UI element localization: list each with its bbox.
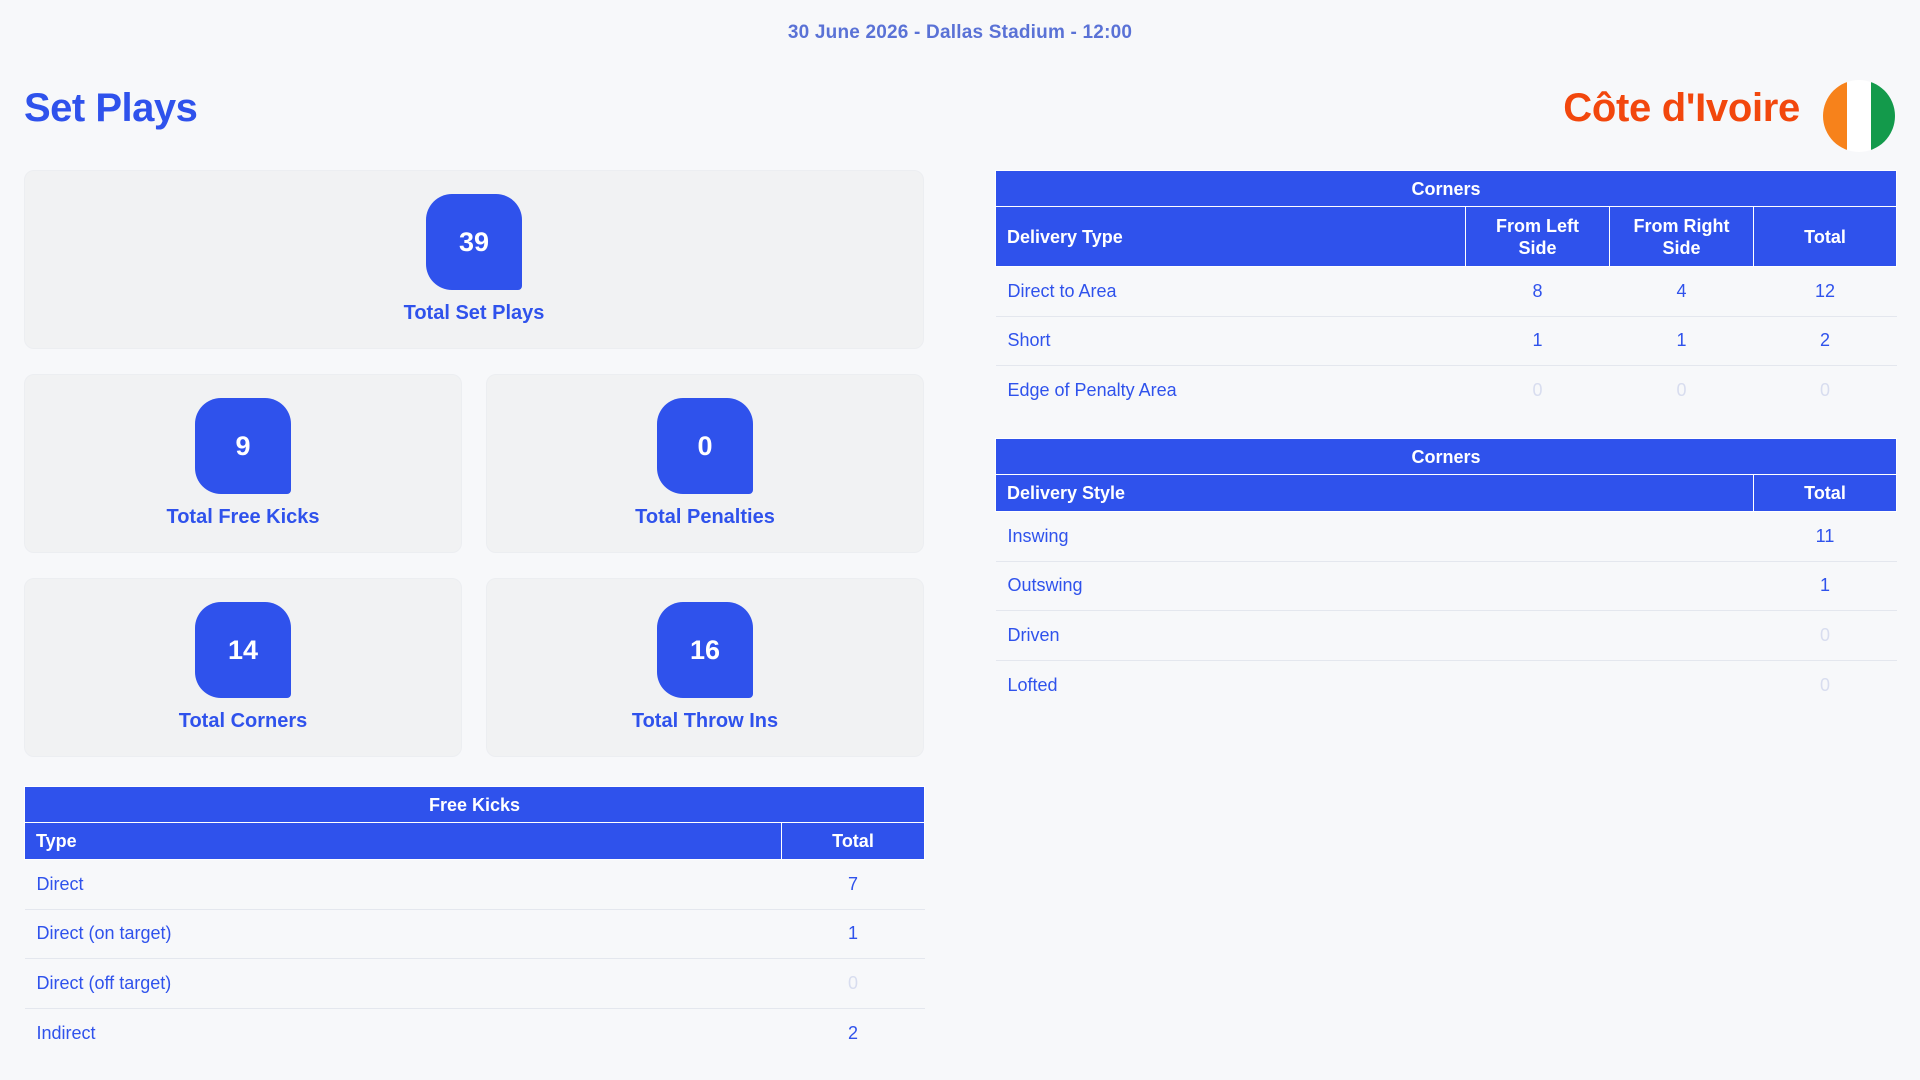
delivery-style-header: Delivery Style [995, 474, 1754, 512]
row-label: Direct (off target) [24, 958, 782, 1009]
total-set-plays-card: 39 Total Set Plays [24, 170, 924, 349]
row-total: 1 [781, 909, 925, 959]
row-total: 2 [847, 1022, 858, 1043]
flag-white-stripe [1847, 80, 1871, 152]
corners-style-total-header: Total [1753, 474, 1897, 512]
row-left: 1 [1465, 316, 1610, 366]
row-total: 0 [1753, 610, 1897, 661]
row-total: 0 [1819, 674, 1830, 695]
row-label: Indirect [36, 1022, 96, 1043]
total-throw-ins-label: Total Throw Ins [631, 710, 779, 732]
row-label: Direct to Area [995, 266, 1466, 317]
table-row: Lofted 0 [996, 660, 1897, 710]
flag-orange-stripe [1823, 80, 1847, 152]
total-set-plays-label: Total Set Plays [403, 302, 545, 324]
corners-style-caption: Corners [995, 438, 1897, 475]
row-label: Lofted [1007, 674, 1058, 695]
corners-type-total-header: Total [1752, 206, 1898, 267]
total-set-plays-value: 39 [426, 194, 522, 290]
free-kicks-total-header: Total [781, 822, 925, 860]
corners-type-caption: Corners [994, 170, 1898, 207]
page-title: Set Plays [24, 86, 198, 130]
total-penalties-label: Total Penalties [635, 506, 775, 528]
table-row: Direct (on target) 1 [24, 909, 925, 959]
total-corners-label: Total Corners [178, 710, 308, 732]
total-corners-card: 14 Total Corners [24, 578, 462, 757]
row-total: 11 [1753, 511, 1897, 562]
total-penalties-card: 0 Total Penalties [486, 374, 924, 553]
row-label: Direct [24, 859, 782, 910]
row-label: Direct (on target) [24, 909, 782, 959]
table-row: Edge of Penalty Area 0 0 0 [996, 366, 1897, 416]
corners-delivery-style-table: Corners Delivery Style Total Inswing 11 … [995, 438, 1897, 710]
total-corners-value: 14 [195, 602, 291, 698]
table-row: Direct 7 [24, 859, 925, 910]
row-total: 0 [1820, 380, 1831, 400]
row-label: Short [995, 316, 1466, 366]
corners-delivery-type-table: Corners Delivery Type From Left Side Fro… [994, 170, 1898, 416]
total-throw-ins-value: 16 [657, 602, 753, 698]
team-name: Côte d'Ivoire [1563, 86, 1800, 130]
table-row: Outswing 1 [995, 561, 1897, 611]
row-right: 1 [1609, 316, 1754, 366]
from-right-side-header: From Right Side [1609, 206, 1754, 267]
delivery-type-header: Delivery Type [995, 206, 1466, 267]
row-total: 2 [1753, 316, 1897, 366]
row-total: 12 [1753, 266, 1897, 317]
free-kicks-table: Free Kicks Type Total Direct 7 Direct (o… [24, 786, 925, 1058]
row-total: 7 [781, 859, 925, 910]
table-row: Direct to Area 8 4 12 [995, 266, 1897, 317]
row-left: 8 [1465, 266, 1610, 317]
table-row: Indirect 2 [25, 1008, 925, 1058]
free-kicks-caption: Free Kicks [24, 786, 925, 823]
row-total: 1 [1753, 561, 1897, 611]
table-row: Direct (off target) 0 [24, 958, 925, 1009]
row-label: Outswing [995, 561, 1754, 611]
total-free-kicks-value: 9 [195, 398, 291, 494]
row-label: Edge of Penalty Area [1007, 380, 1177, 400]
total-throw-ins-card: 16 Total Throw Ins [486, 578, 924, 757]
row-label: Inswing [995, 511, 1754, 562]
from-left-side-header: From Left Side [1465, 206, 1610, 267]
total-penalties-value: 0 [657, 398, 753, 494]
total-free-kicks-label: Total Free Kicks [166, 506, 320, 528]
cote-divoire-flag-icon [1823, 80, 1895, 152]
total-free-kicks-card: 9 Total Free Kicks [24, 374, 462, 553]
set-plays-page: 30 June 2026 - Dallas Stadium - 12:00 Se… [0, 0, 1920, 1080]
table-row: Inswing 11 [995, 511, 1897, 562]
match-info: 30 June 2026 - Dallas Stadium - 12:00 [787, 22, 1133, 43]
row-right: 4 [1609, 266, 1754, 317]
table-row: Driven 0 [995, 610, 1897, 661]
free-kicks-type-header: Type [24, 822, 782, 860]
table-row: Short 1 1 2 [995, 316, 1897, 366]
flag-green-stripe [1871, 80, 1895, 152]
row-label: Driven [995, 610, 1754, 661]
row-total: 0 [781, 958, 925, 1009]
row-right: 0 [1676, 380, 1687, 400]
row-left: 0 [1532, 380, 1543, 400]
